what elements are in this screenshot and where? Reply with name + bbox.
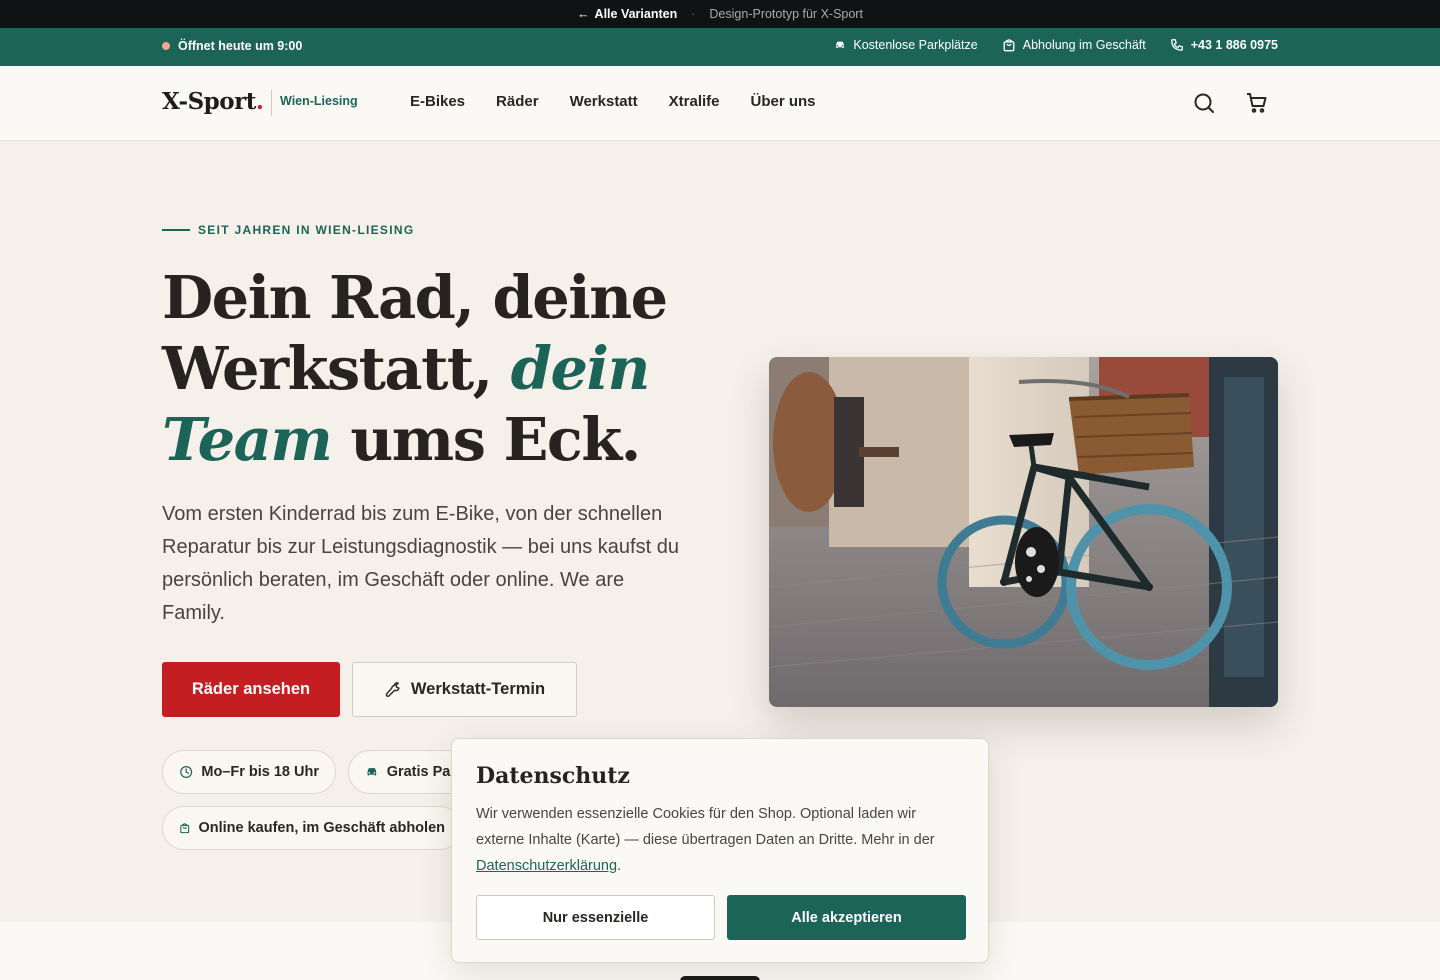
nav-item-xtralife[interactable]: Xtralife [669,93,720,110]
phone-number: +43 1 886 0975 [1190,38,1278,52]
hero-headline: Dein Rad, deine Werkstatt, dein Team ums… [162,262,722,475]
location-label: Wien-Liesing [271,90,358,116]
phone-icon [1170,39,1183,51]
parking-info: Kostenlose Parkplätze [834,38,978,52]
cookie-title: Datenschutz [476,763,630,789]
privacy-policy-link[interactable]: Datenschutzerklärung [476,858,617,874]
essential-only-label: Nur essenzielle [542,909,649,926]
essential-only-button[interactable]: Nur essenzielle [476,895,715,940]
workshop-appointment-button[interactable]: Werkstatt-Termin [352,662,577,717]
cookie-consent-dialog: Datenschutz Wir verwenden essenzielle Co… [451,738,989,963]
cookie-text-after: . [617,858,622,874]
hero-lead: Vom ersten Kinderrad bis zum E-Bike, von… [162,503,679,624]
hours-label: Mo–Fr bis 18 Uhr [201,764,319,780]
click-collect-label: Online kaufen, im Geschäft abholen [198,820,445,836]
prototype-label: Design-Prototyp für X-Sport [709,7,863,21]
eyebrow-text: SEIT JAHREN IN WIEN-LIESING [198,223,415,237]
hero-bicycle-image [769,357,1278,707]
car-icon [836,41,845,48]
prototype-bar: ← Alle Varianten · Design-Prototyp für X… [0,0,1440,28]
info-bar: Öffnet heute um 9:00 Kostenlose Parkplät… [0,28,1440,66]
parking-label: Kostenlose Parkplätze [853,38,978,52]
accept-all-label: Alle akzeptieren [791,909,902,926]
cart-icon[interactable] [1245,91,1269,115]
separator: · [691,7,696,21]
logo[interactable]: X-Sport. [162,88,264,115]
all-variants-link[interactable]: ← Alle Varianten [577,7,677,21]
shopping-bag-icon [180,823,190,834]
workshop-appointment-label: Werkstatt-Termin [410,680,546,698]
nav-item-raeder[interactable]: Räder [496,93,539,110]
nav-item-ueber-uns[interactable]: Über uns [751,93,816,110]
view-bikes-label: Räder ansehen [191,680,311,698]
shopping-bag-icon [1003,39,1015,52]
phone-link[interactable]: +43 1 886 0975 [1170,38,1278,52]
click-collect-chip: Online kaufen, im Geschäft abholen [162,806,462,850]
hero-eyebrow: SEIT JAHREN IN WIEN-LIESING [162,223,414,237]
logo-dot: . [255,88,264,115]
wrench-icon [385,682,400,697]
opening-status: Öffnet heute um 9:00 [162,39,302,53]
pickup-info: Abholung im Geschäft [1002,38,1146,52]
hours-chip: Mo–Fr bis 18 Uhr [162,750,336,794]
opening-label: Öffnet heute um 9:00 [178,39,303,53]
pickup-label: Abholung im Geschäft [1022,38,1146,52]
search-icon[interactable] [1192,91,1216,115]
nav-item-werkstatt[interactable]: Werkstatt [570,93,638,110]
logo-text: X-Sport [162,88,256,115]
cookie-text-before: Wir verwenden essenzielle Cookies für de… [476,806,935,848]
main-nav: E-Bikes Räder Werkstatt Xtralife Über un… [410,93,816,110]
all-variants-label: Alle Varianten [594,7,678,21]
status-dot-icon [162,42,170,50]
headline-part2: ums Eck. [331,405,641,474]
clock-icon [180,766,193,778]
arrow-left-icon: ← [577,7,590,21]
nav-item-ebikes[interactable]: E-Bikes [410,93,465,110]
car-icon [367,768,377,776]
site-header: X-Sport. Wien-Liesing E-Bikes Räder Werk… [0,66,1440,141]
eyebrow-line [162,229,190,231]
view-bikes-button[interactable]: Räder ansehen [162,662,340,717]
cookie-text: Wir verwenden essenzielle Cookies für de… [476,801,946,879]
scroll-indicator [680,976,760,980]
accept-all-button[interactable]: Alle akzeptieren [727,895,966,940]
